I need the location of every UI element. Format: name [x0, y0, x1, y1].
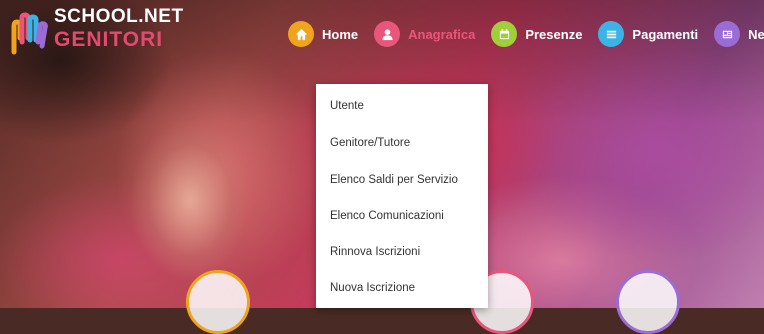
feature-circle-1[interactable]: [186, 270, 250, 334]
nav-label-home: Home: [322, 26, 359, 42]
nav-item-news[interactable]: News: [714, 21, 764, 47]
dropdown-item-rinnova-iscrizioni[interactable]: Rinnova Iscrizioni: [330, 246, 420, 258]
nav-label-pagamenti: Pagamenti: [632, 26, 699, 42]
site-logo[interactable]: SCHOOL.NET GENITORI: [10, 6, 183, 66]
logo-title: SCHOOL.NET: [54, 6, 184, 27]
nav-item-anagrafica[interactable]: Anagrafica: [374, 21, 475, 47]
dropdown-item-nuova-iscrizione[interactable]: Nuova Iscrizione: [330, 282, 415, 294]
newspaper-icon: [714, 21, 741, 47]
home-icon: [288, 21, 314, 47]
hero-hand-image: [130, 120, 250, 280]
nav-item-pagamenti[interactable]: Pagamenti: [598, 21, 698, 47]
nav-item-home[interactable]: Home: [288, 21, 358, 47]
feature-circle-3[interactable]: [616, 270, 680, 334]
nav-label-presenze: Presenze: [525, 26, 583, 42]
list-icon: [598, 21, 625, 47]
hands-logo-icon: [11, 12, 48, 55]
dropdown-item-genitore-tutore[interactable]: Genitore/Tutore: [330, 137, 410, 149]
user-icon: [374, 21, 401, 47]
dropdown-item-elenco-comunicazioni[interactable]: Elenco Comunicazioni: [330, 210, 444, 222]
logo-subtitle: GENITORI: [54, 28, 164, 51]
dropdown-item-utente[interactable]: Utente: [330, 100, 364, 112]
dropdown-item-elenco-saldi[interactable]: Elenco Saldi per Servizio: [330, 174, 458, 186]
calendar-icon: [491, 21, 518, 47]
anagrafica-dropdown-menu: Utente Genitore/Tutore Elenco Saldi per …: [316, 84, 488, 308]
nav-label-news: News: [748, 26, 764, 42]
main-nav: Home Anagrafica Presenze Pagamenti News: [288, 20, 764, 48]
nav-label-anagrafica: Anagrafica: [408, 26, 476, 42]
top-navigation-bar: SCHOOL.NET GENITORI Home Anagrafica Pres…: [0, 0, 764, 80]
nav-item-presenze[interactable]: Presenze: [491, 21, 582, 47]
